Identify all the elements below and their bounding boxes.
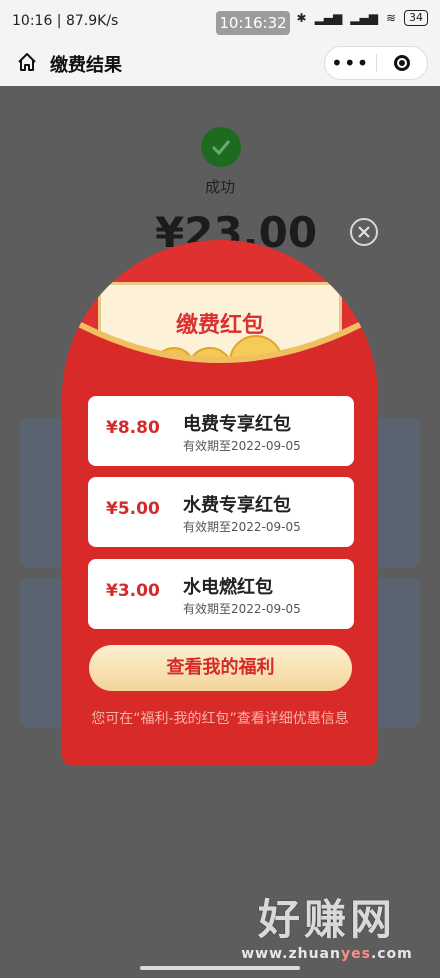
coupon-amount: ¥8.80 bbox=[106, 418, 160, 438]
site-watermark: 好赚网 www.zhuanyes.com bbox=[232, 894, 422, 974]
coupon-card[interactable]: ¥5.00 水费专享红包 有效期至2022-09-05 bbox=[88, 477, 354, 547]
mini-program-capsule: ••• bbox=[324, 46, 428, 80]
target-icon bbox=[393, 55, 410, 71]
view-welfare-button[interactable]: 查看我的福利 bbox=[89, 645, 352, 691]
signal-icon-2: ▂▄▆ bbox=[350, 11, 378, 25]
coupon-amount: ¥5.00 bbox=[106, 499, 160, 519]
coupon-card[interactable]: ¥3.00 水电燃红包 有效期至2022-09-05 bbox=[88, 559, 354, 629]
coupon-card[interactable]: ¥8.80 电费专享红包 有效期至2022-09-05 bbox=[88, 396, 354, 466]
red-packet-hint: 您可在“福利-我的红包”查看详细优惠信息 bbox=[91, 711, 349, 727]
watermark-brand: 好赚网 bbox=[257, 895, 396, 944]
coupon-title: 水费专享红包 bbox=[183, 495, 291, 516]
nav-bar: 缴费结果 ••• bbox=[0, 42, 440, 86]
coupon-title: 水电燃红包 bbox=[183, 577, 273, 598]
home-indicator bbox=[140, 966, 300, 970]
home-icon[interactable] bbox=[16, 51, 38, 73]
coupon-title: 电费专享红包 bbox=[183, 414, 291, 435]
close-icon bbox=[358, 226, 370, 238]
more-button[interactable]: ••• bbox=[325, 53, 376, 73]
status-bar: 10:16 | 87.9K/s 10:16:32 ✱ ▂▄▆ ▂▄▆ ≋ 34 bbox=[0, 0, 440, 42]
status-icons: ✱ ▂▄▆ ▂▄▆ ≋ 34 bbox=[296, 10, 428, 26]
coupon-expiry: 有效期至2022-09-05 bbox=[183, 602, 301, 616]
wifi-icon: ≋ bbox=[385, 11, 396, 25]
status-time: 10:16 bbox=[12, 13, 53, 29]
signal-icon: ▂▄▆ bbox=[314, 11, 343, 25]
coupon-expiry: 有效期至2022-09-05 bbox=[183, 439, 301, 453]
coupon-expiry: 有效期至2022-09-05 bbox=[183, 520, 301, 534]
bluetooth-icon: ✱ bbox=[296, 11, 307, 25]
page-title: 缴费结果 bbox=[50, 55, 122, 76]
coupon-amount: ¥3.00 bbox=[106, 581, 160, 601]
payment-status: 成功 bbox=[204, 178, 235, 196]
status-separator: | bbox=[52, 13, 66, 29]
center-time-pill: 10:16:32 bbox=[216, 11, 290, 35]
close-mini-program-button[interactable] bbox=[377, 55, 428, 71]
success-check-icon bbox=[201, 127, 241, 167]
network-speed: 87.9K/s bbox=[65, 13, 119, 29]
watermark-url: www.zhuanyes.com bbox=[241, 946, 413, 962]
battery-icon: 34 bbox=[404, 10, 428, 26]
